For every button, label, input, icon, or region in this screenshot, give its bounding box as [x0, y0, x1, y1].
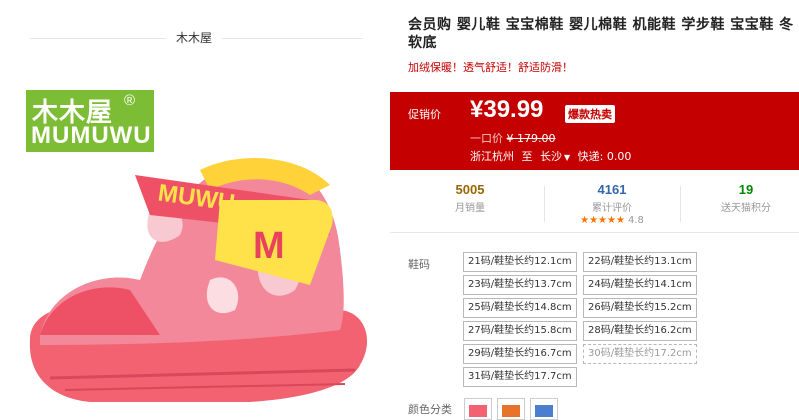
size-label: 鞋码 — [408, 258, 430, 271]
size-option[interactable]: 22码/鞋垫长约13.1cm — [583, 252, 697, 272]
size-option[interactable]: 23码/鞋垫长约13.7cm — [463, 275, 577, 295]
size-option[interactable]: 24码/鞋垫长约14.1cm — [583, 275, 697, 295]
size-option[interactable]: 25码/鞋垫长约14.8cm — [463, 298, 577, 318]
total-reviews[interactable]: 4161 累计评价 ★★★★★ 4.8 — [552, 182, 672, 226]
store-name[interactable]: 木木屋 — [166, 29, 223, 46]
hot-sale-badge: 爆款热卖 — [565, 105, 615, 123]
chevron-down-icon[interactable]: ▼ — [564, 153, 570, 162]
product-image-panel: 木木屋 木木屋 ® MUMUWU M MUWU — [0, 0, 390, 413]
color-swatch-image — [535, 405, 553, 417]
size-option[interactable]: 26码/鞋垫长约15.2cm — [583, 298, 697, 318]
stats-bar: 5005 月销量 4161 累计评价 ★★★★★ 4.8 19 送天猫积分 — [390, 174, 799, 233]
color-swatch-image — [502, 405, 520, 417]
star-rating-icon: ★★★★★ — [580, 215, 625, 226]
original-price-row: 一口价 ¥ 179.00 — [470, 130, 555, 146]
product-title: 会员购 婴儿鞋 宝宝棉鞋 婴儿棉鞋 机能鞋 学步鞋 宝宝鞋 冬 软底 — [408, 17, 794, 51]
tmall-points-number: 19 — [738, 182, 754, 197]
size-option[interactable]: 31码/鞋垫长约17.7cm — [463, 367, 577, 387]
color-swatch[interactable] — [464, 398, 492, 420]
registered-mark: ® — [124, 92, 136, 109]
product-subtitle: 加绒保暖！透气舒适！舒适防滑！ — [408, 61, 573, 74]
original-price: ¥ 179.00 — [506, 132, 556, 145]
ship-from: 浙江杭州 — [470, 150, 514, 163]
stats-divider — [544, 186, 545, 222]
monthly-sales: 5005 月销量 — [410, 182, 530, 214]
product-shoe-image[interactable]: M MUWU — [10, 140, 380, 410]
monthly-sales-label: 月销量 — [455, 203, 485, 214]
size-option[interactable]: 29码/鞋垫长约16.7cm — [463, 344, 577, 364]
rating-score: 4.8 — [627, 215, 644, 226]
color-swatch[interactable] — [530, 398, 558, 420]
tmall-points-label: 送天猫积分 — [721, 203, 771, 214]
promo-price-box: 促销价 ¥39.99 爆款热卖 一口价 ¥ 179.00 浙江杭州 至 长沙 ▼ … — [390, 92, 799, 170]
total-reviews-number: 4161 — [597, 182, 627, 197]
original-price-label: 一口价 — [470, 132, 503, 145]
size-option[interactable]: 28码/鞋垫长约16.2cm — [583, 321, 697, 341]
stats-divider — [680, 186, 681, 222]
promo-label: 促销价 — [408, 108, 441, 121]
promo-price: ¥39.99 — [470, 96, 544, 123]
strap-letter: M — [253, 225, 285, 267]
tmall-points: 19 送天猫积分 — [686, 182, 799, 214]
size-option[interactable]: 27码/鞋垫长约15.8cm — [463, 321, 577, 341]
shipping-row: 浙江杭州 至 长沙 ▼ 快递: 0.00 — [470, 148, 631, 164]
monthly-sales-number: 5005 — [455, 182, 485, 197]
size-option[interactable]: 21码/鞋垫长约12.1cm — [463, 252, 577, 272]
color-swatch-image — [469, 405, 487, 417]
express-fee: 快递: 0.00 — [577, 150, 632, 163]
ship-to-select[interactable]: 长沙 — [540, 150, 562, 163]
total-reviews-label: 累计评价 — [592, 203, 632, 214]
product-info-panel: 会员购 婴儿鞋 宝宝棉鞋 婴儿棉鞋 机能鞋 学步鞋 宝宝鞋 冬 软底 加绒保暖！… — [390, 0, 799, 420]
rating: ★★★★★ 4.8 — [552, 215, 672, 226]
size-option[interactable]: 30码/鞋垫长约17.2cm — [583, 344, 697, 364]
color-swatch[interactable] — [497, 398, 525, 420]
ship-to-word: 至 — [521, 150, 533, 163]
color-label: 颜色分类 — [408, 403, 452, 416]
